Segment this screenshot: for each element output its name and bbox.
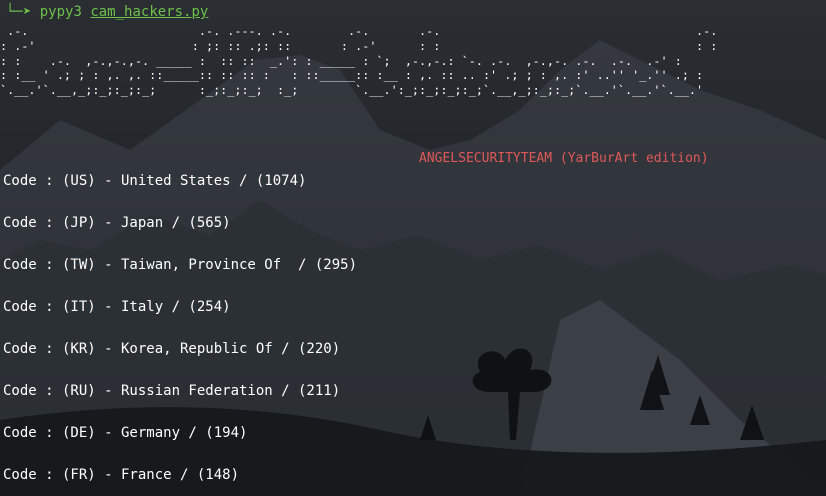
result-line: Code : (DE) - Germany / (194)	[3, 425, 248, 441]
result-line: Code : (KR) - Korea, Republic Of / (220)	[3, 341, 341, 357]
ascii-banner-line: `.__.'`.__,_;:_;:_;:_; :_;:_;:_; :_; `._…	[0, 83, 704, 98]
result-line: Code : (JP) - Japan / (565)	[3, 215, 231, 231]
prompt-command: pypy3	[39, 4, 82, 20]
prompt-filename-link[interactable]: cam_hackers.py	[90, 4, 208, 20]
ascii-banner-line: : : .-. ,-.,-.,-. _____ : :: :: _.': : _…	[0, 53, 682, 68]
prompt-arrow-icon: └─➤	[6, 4, 32, 20]
result-line: Code : (RU) - Russian Federation / (211)	[3, 383, 341, 399]
result-line: Code : (IT) - Italy / (254)	[3, 299, 231, 315]
ascii-banner: .-. .-. .---. .-. .-. .-. .-. : .-' : ;:…	[0, 24, 717, 98]
result-line: Code : (US) - United States / (1074)	[3, 173, 307, 189]
command-prompt: └─➤ pypy3 cam_hackers.py	[6, 3, 208, 21]
ascii-banner-line: : :__ ' .; ; : ,. ,. ::_____:: :: :: : :…	[0, 68, 704, 83]
banner-credit: ANGELSECURITYTEAM (YarBurArt edition)	[419, 151, 709, 166]
ascii-banner-line: : .-' : ;: :: .;: :: : .-' : : : :	[0, 38, 718, 53]
ascii-banner-line: .-. .-. .---. .-. .-. .-. .-.	[0, 24, 718, 38]
terminal-window: └─➤ pypy3 cam_hackers.py .-. .-. .---. .…	[0, 0, 826, 496]
result-line: Code : (FR) - France / (148)	[3, 467, 240, 483]
result-line: Code : (TW) - Taiwan, Province Of / (295…	[3, 257, 358, 273]
